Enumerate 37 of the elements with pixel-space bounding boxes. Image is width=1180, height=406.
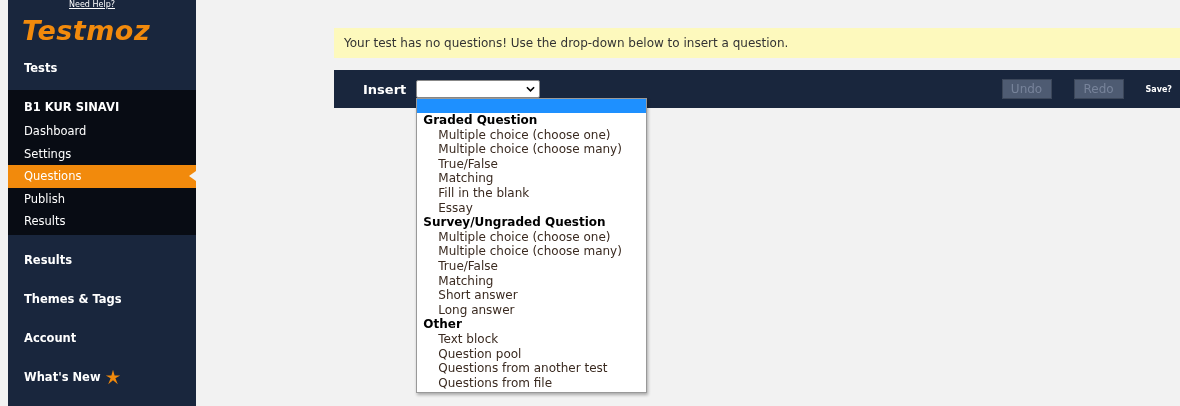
- nav-subitem[interactable]: Dashboard: [8, 120, 196, 143]
- dropdown-option[interactable]: Multiple choice (choose one): [417, 229, 647, 245]
- dropdown-option[interactable]: Questions from another test: [417, 361, 647, 376]
- dropdown-option[interactable]: Essay: [417, 200, 647, 216]
- nav-item[interactable]: What's New: [8, 357, 196, 397]
- nav-subitem[interactable]: Results: [8, 210, 196, 233]
- dropdown-option[interactable]: Long answer: [417, 302, 647, 318]
- dropdown-option[interactable]: Question pool: [417, 346, 647, 362]
- nav-item[interactable]: Results: [8, 240, 196, 280]
- save-link[interactable]: Save?: [1145, 84, 1172, 94]
- option-group-label: Survey/Ungraded Question: [422, 215, 607, 230]
- help-link[interactable]: Need Help?: [69, 0, 115, 9]
- dropdown-option[interactable]: Matching: [417, 273, 647, 289]
- dropdown-option[interactable]: Multiple choice (choose many): [417, 142, 647, 157]
- dropdown-option[interactable]: Fill in the blank: [417, 185, 647, 201]
- dropdown-option[interactable]: Questions from file: [417, 375, 647, 391]
- dropdown-option[interactable]: True/False: [417, 156, 647, 172]
- nav-item[interactable]: Account: [8, 318, 196, 358]
- nav-item[interactable]: Themes & Tags: [8, 279, 196, 319]
- option-group-label: Other: [422, 317, 463, 332]
- dropdown-option[interactable]: Short answer: [417, 288, 647, 303]
- nav-subitem[interactable]: Settings: [8, 142, 196, 165]
- dropdown-option[interactable]: Multiple choice (choose one): [417, 127, 647, 143]
- star-icon: [104, 369, 121, 385]
- insert-label: Insert: [363, 81, 407, 97]
- option-group-label: Graded Question: [422, 113, 539, 128]
- test-title: B1 KUR SINAVI: [23, 99, 121, 116]
- chevron-icon: [526, 86, 536, 92]
- nav-subitem[interactable]: Publish: [8, 187, 196, 210]
- dropdown-option[interactable]: True/False: [417, 258, 647, 274]
- insert-dropdown[interactable]: [416, 80, 541, 98]
- nav-item[interactable]: Tests: [8, 55, 196, 80]
- notice-banner: Your test has no questions! Use the drop-down below to insert a question.: [334, 28, 1180, 58]
- logo: Testmoz: [21, 14, 152, 48]
- dropdown-option[interactable]: Text block: [417, 331, 647, 347]
- dropdown-option[interactable]: Matching: [417, 171, 647, 186]
- dropdown-option[interactable]: Multiple choice (choose many): [417, 244, 647, 259]
